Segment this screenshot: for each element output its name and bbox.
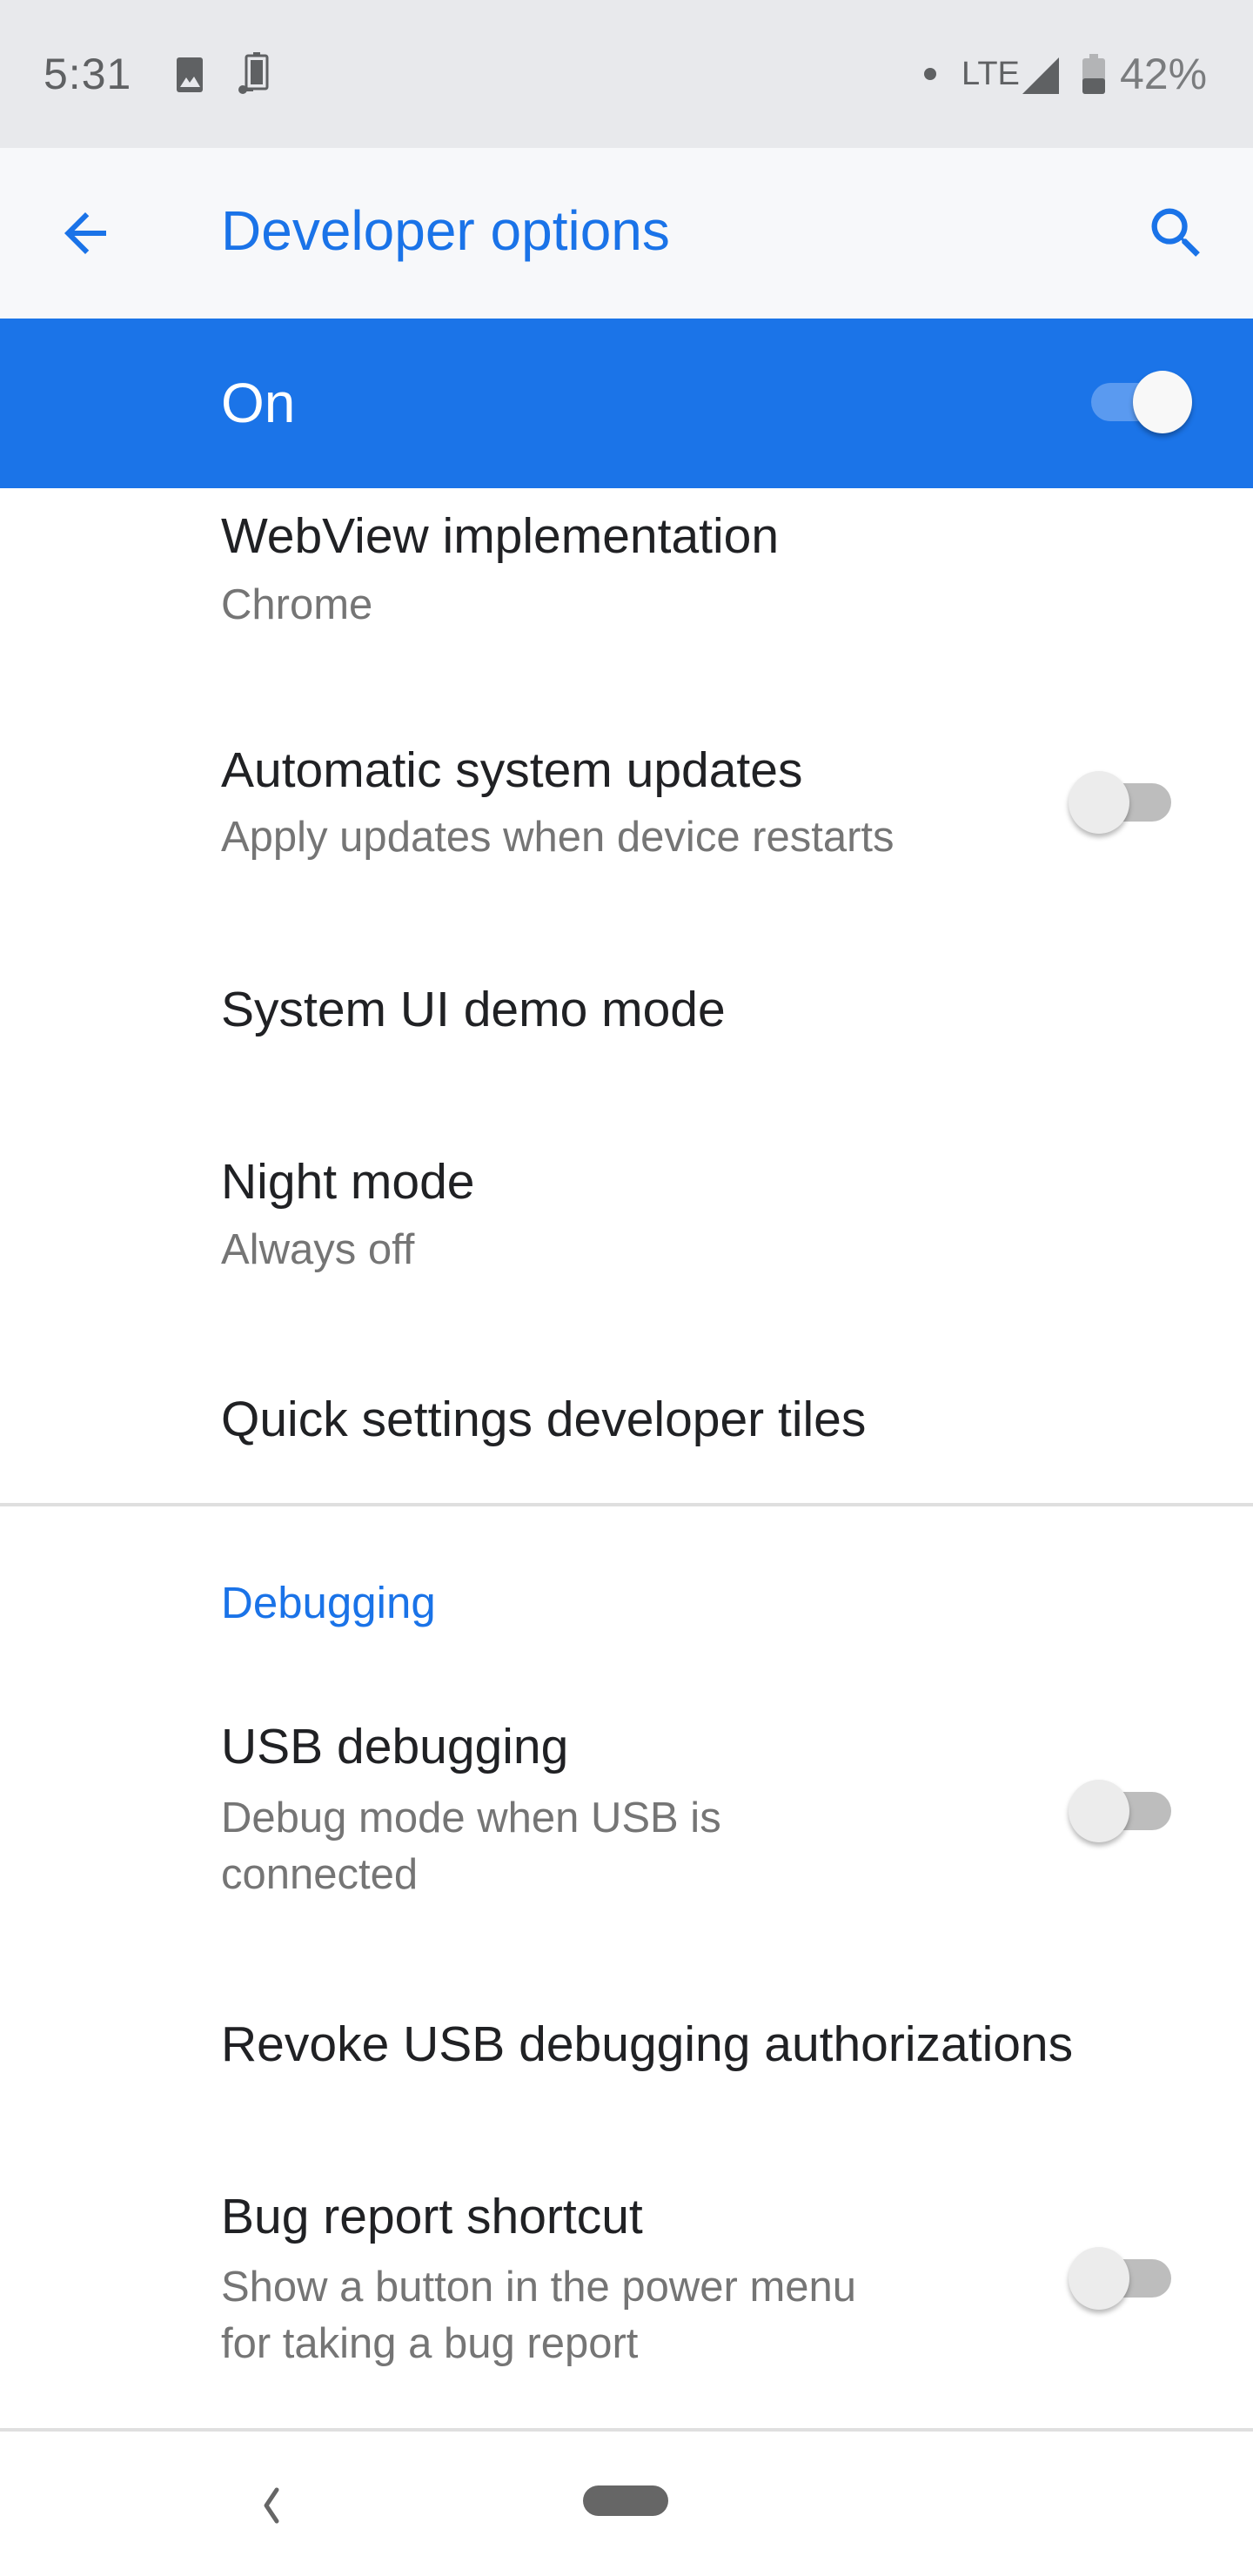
setting-night-mode[interactable]: Night mode Always off	[0, 1131, 1253, 1314]
setting-webview-implementation[interactable]: WebView implementation Chrome	[0, 488, 1253, 667]
setting-subtitle: Chrome	[221, 581, 373, 628]
setting-title: Automatic system updates	[221, 742, 803, 798]
setting-subtitle: Always off	[221, 1226, 415, 1273]
toggle-thumb	[1069, 1780, 1129, 1842]
section-divider	[0, 1503, 1253, 1506]
setting-title: USB debugging	[221, 1719, 569, 1774]
nav-back-icon[interactable]	[252, 2479, 287, 2532]
arrow-back-icon[interactable]	[54, 202, 117, 265]
master-toggle-thumb	[1133, 371, 1192, 433]
image-icon	[177, 56, 203, 97]
bug-report-shortcut-toggle[interactable]	[1067, 2242, 1180, 2311]
cell-signal-icon	[1022, 57, 1059, 98]
setting-automatic-system-updates[interactable]: Automatic system updates Apply updates w…	[0, 722, 1253, 914]
notification-dot-icon	[924, 68, 936, 84]
section-header-debugging: Debugging	[221, 1578, 436, 1627]
setting-subtitle: Apply updates when device restarts	[221, 814, 895, 861]
setting-title: System UI demo mode	[221, 982, 726, 1037]
setting-title: Quick settings developer tiles	[221, 1392, 867, 1447]
setting-subtitle-line2: for taking a bug report	[221, 2320, 639, 2367]
setting-title: Bug report shortcut	[221, 2189, 643, 2244]
battery-percent: 42%	[1120, 50, 1208, 98]
setting-subtitle-line2: connected	[221, 1851, 419, 1898]
battery-icon	[1082, 54, 1105, 98]
page-title: Developer options	[221, 199, 670, 262]
app-toolbar: Developer options	[0, 148, 1253, 319]
setting-title: WebView implementation	[221, 508, 780, 564]
setting-title: Revoke USB debugging authorizations	[221, 2016, 1074, 2072]
setting-revoke-usb-debugging-authorizations[interactable]: Revoke USB debugging authorizations	[0, 1984, 1253, 2123]
setting-system-ui-demo-mode[interactable]: System UI demo mode	[0, 957, 1253, 1105]
network-type: LTE	[962, 56, 1020, 92]
setting-bug-report-shortcut[interactable]: Bug report shortcut Show a button in the…	[0, 2167, 1253, 2419]
setting-subtitle-line1: Show a button in the power menu	[221, 2264, 857, 2311]
automatic-updates-toggle[interactable]	[1067, 766, 1180, 835]
master-toggle-switch[interactable]	[1091, 357, 1196, 447]
setting-quick-settings-developer-tiles[interactable]: Quick settings developer tiles	[0, 1366, 1253, 1501]
setting-subtitle-line1: Debug mode when USB is	[221, 1794, 721, 1841]
home-pill-icon[interactable]	[583, 2485, 668, 2516]
usb-debugging-toggle[interactable]	[1067, 1774, 1180, 1844]
developer-options-master-switch-bar[interactable]: On	[0, 319, 1253, 488]
navbar-divider	[0, 2428, 1253, 2432]
search-icon[interactable]	[1143, 200, 1209, 266]
setting-usb-debugging[interactable]: USB debugging Debug mode when USB is con…	[0, 1697, 1253, 1915]
system-nav-bar	[0, 2432, 1253, 2576]
toggle-thumb	[1069, 2247, 1129, 2310]
master-switch-label: On	[221, 372, 296, 434]
toggle-thumb	[1069, 771, 1129, 834]
battery-saver-usb-icon	[238, 52, 270, 102]
setting-title: Night mode	[221, 1154, 475, 1210]
status-bar: 5:31 LTE 42%	[0, 0, 1253, 148]
status-time: 5:31	[44, 50, 132, 98]
